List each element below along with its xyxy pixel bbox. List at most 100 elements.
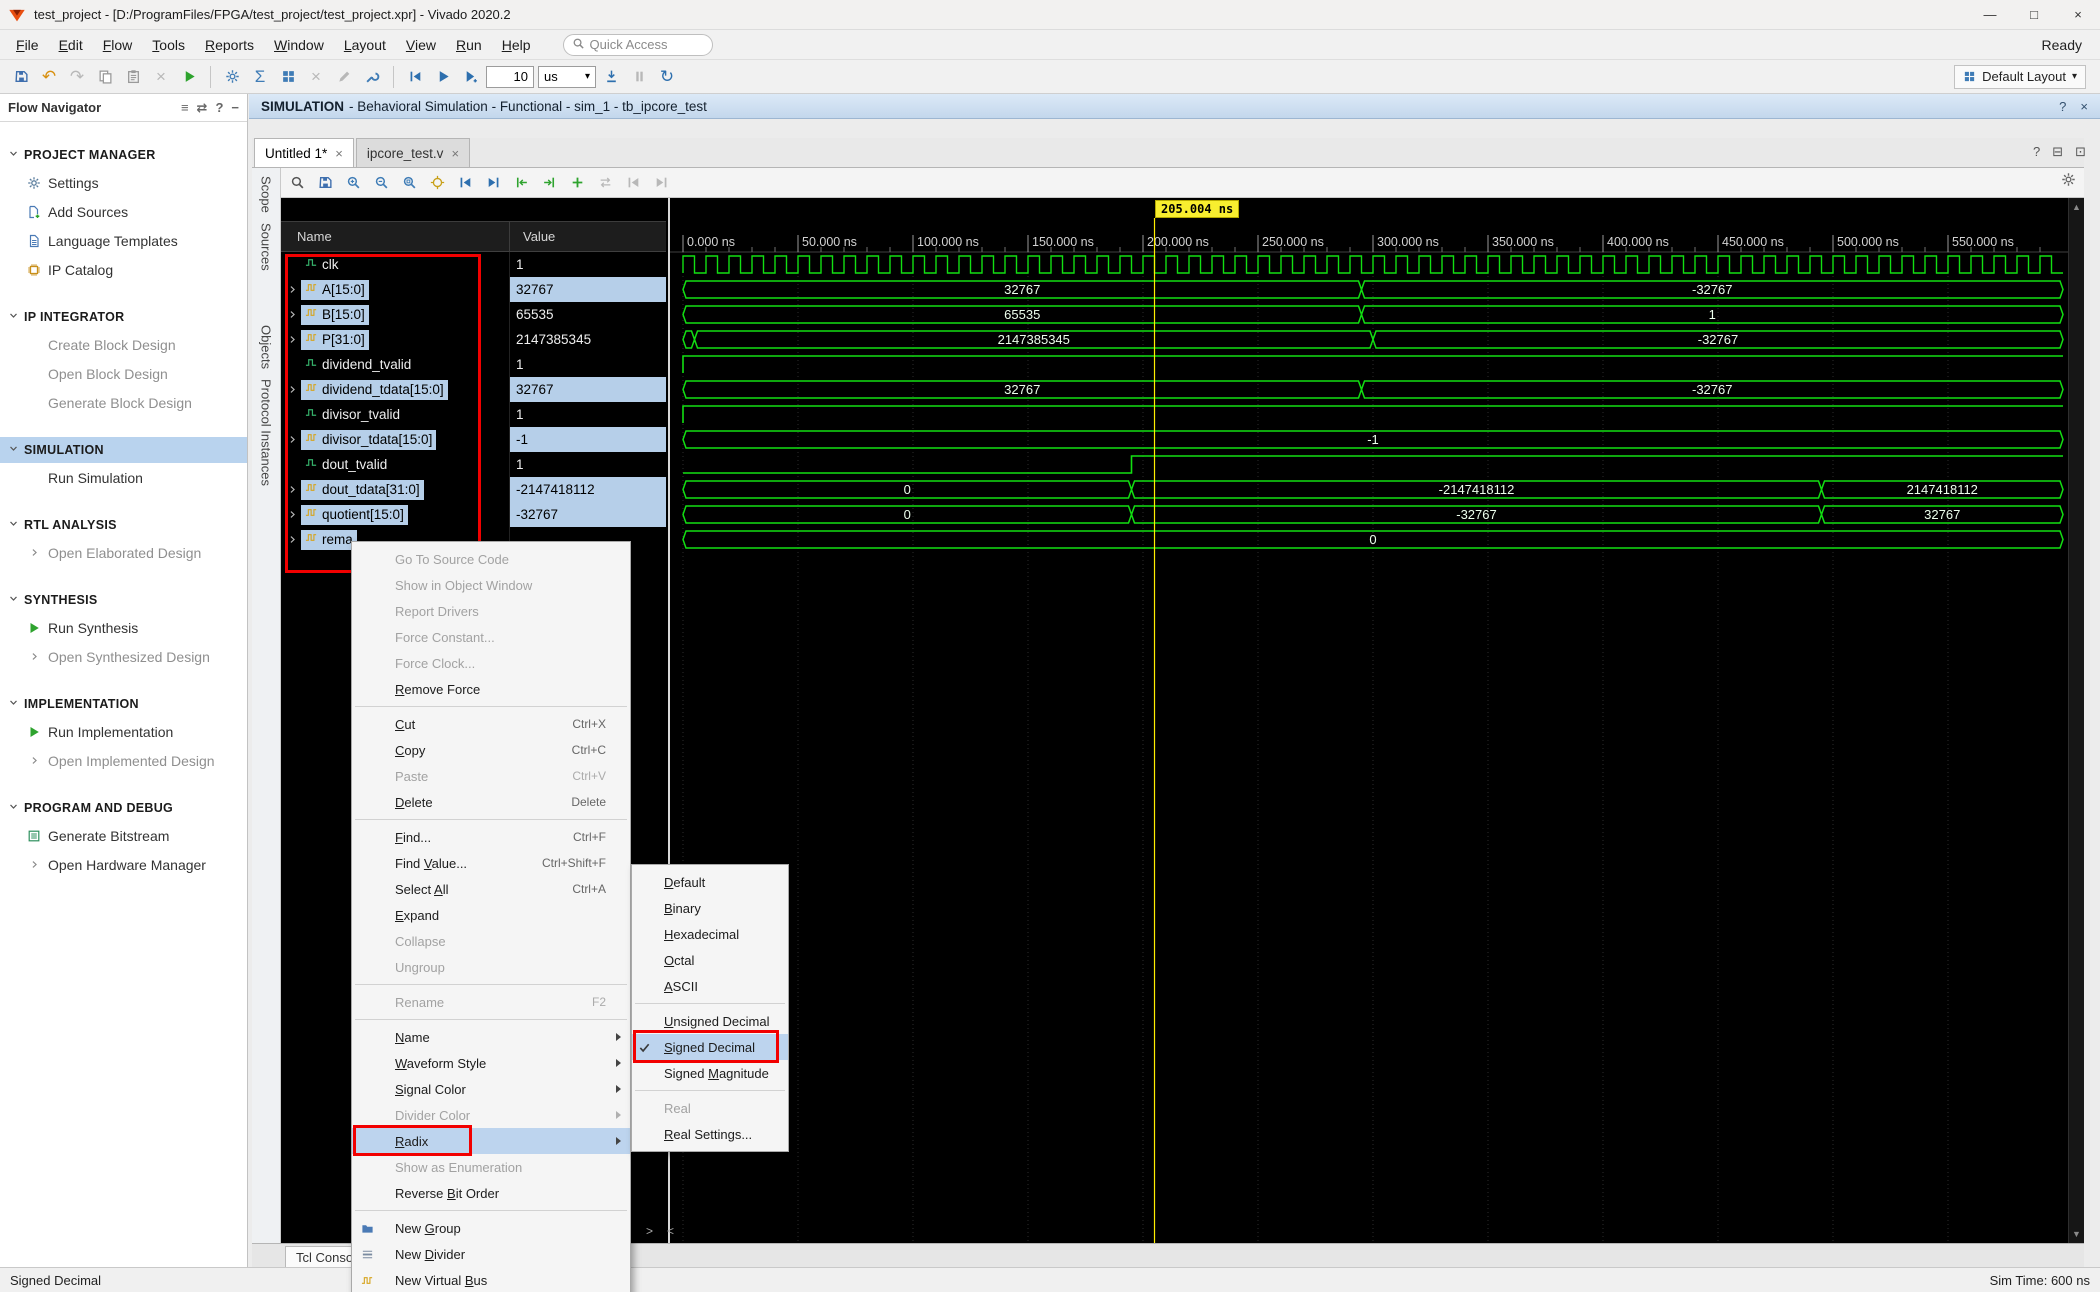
side-tab-objects[interactable]: Objects [259, 325, 274, 369]
tab-close-icon[interactable]: × [451, 146, 459, 161]
flow-nav-help-icon[interactable]: ? [215, 100, 223, 116]
copy-icon[interactable] [92, 64, 118, 90]
flow-section-header-synthesis[interactable]: SYNTHESIS [0, 587, 247, 613]
menu-item-radix[interactable]: Radix [352, 1128, 630, 1154]
menu-window[interactable]: Window [264, 33, 334, 57]
signal-row-dout-tvalid[interactable]: dout_tvalid1 [281, 452, 666, 477]
flow-item-open-synthesized-design[interactable]: Open Synthesized Design [0, 642, 247, 671]
scroll-up-icon[interactable]: ▲ [2072, 202, 2081, 212]
swap-cursors-icon[interactable] [593, 171, 618, 195]
save-waveform-icon[interactable] [313, 171, 338, 195]
menu-item-signed-magnitude[interactable]: Signed Magnitude [632, 1060, 788, 1086]
last-marker-icon[interactable] [649, 171, 674, 195]
menu-reports[interactable]: Reports [195, 33, 264, 57]
menu-item-real-settings[interactable]: Real Settings... [632, 1121, 788, 1147]
menu-flow[interactable]: Flow [93, 33, 143, 57]
pause-icon[interactable] [626, 64, 652, 90]
signal-row-divisor-tdata-15-0[interactable]: divisor_tdata[15:0]-1 [281, 427, 666, 452]
run-for-time-icon[interactable] [458, 64, 484, 90]
flow-item-create-block-design[interactable]: Create Block Design [0, 330, 247, 359]
paste-icon[interactable] [120, 64, 146, 90]
next-transition-icon[interactable] [537, 171, 562, 195]
scroll-down-icon[interactable]: ▼ [2072, 1229, 2081, 1239]
zoom-out-icon[interactable] [369, 171, 394, 195]
minimize-button[interactable]: — [1968, 0, 2012, 30]
signal-row-dividend-tdata-15-0[interactable]: dividend_tdata[15:0]32767 [281, 377, 666, 402]
maximize-panel-icon[interactable]: ⊡ [2075, 144, 2086, 160]
sim-unit-select[interactable]: us▾ [538, 66, 596, 88]
flow-section-header-implementation[interactable]: IMPLEMENTATION [0, 691, 247, 717]
zoom-fit-icon[interactable] [397, 171, 422, 195]
flow-item-open-hardware-manager[interactable]: Open Hardware Manager [0, 850, 247, 879]
value-column-header[interactable]: Value [509, 221, 666, 252]
menu-item-signed-decimal[interactable]: Signed Decimal [632, 1034, 788, 1060]
menu-edit[interactable]: Edit [49, 33, 93, 57]
go-to-end-icon[interactable] [481, 171, 506, 195]
menu-item-find-value[interactable]: Find Value...Ctrl+Shift+F [352, 850, 630, 876]
flow-item-run-synthesis[interactable]: Run Synthesis [0, 613, 247, 642]
tab-help-icon[interactable]: ? [2033, 144, 2040, 160]
quick-access-search[interactable]: Quick Access [563, 34, 713, 56]
menu-item-remove-force[interactable]: Remove Force [352, 676, 630, 702]
menu-item-signal-color[interactable]: Signal Color [352, 1076, 630, 1102]
side-tab-scope[interactable]: Scope [259, 176, 274, 213]
zoom-in-icon[interactable] [341, 171, 366, 195]
menu-item-new-divider[interactable]: New Divider [352, 1241, 630, 1267]
flow-item-settings[interactable]: Settings [0, 168, 247, 197]
maximize-button[interactable]: □ [2012, 0, 2056, 30]
layout-selector[interactable]: Default Layout▾ [1954, 65, 2086, 89]
sim-time-input[interactable] [486, 66, 534, 88]
edit-icon[interactable] [331, 64, 357, 90]
menu-layout[interactable]: Layout [334, 33, 396, 57]
signal-row-b-15-0[interactable]: B[15:0]65535 [281, 302, 666, 327]
signal-row-divisor-tvalid[interactable]: divisor_tvalid1 [281, 402, 666, 427]
expand-chevron-icon[interactable] [287, 534, 301, 545]
collapse-right-icon[interactable]: < [667, 1224, 674, 1240]
flow-item-run-simulation[interactable]: Run Simulation [0, 463, 247, 492]
signal-row-dout-tdata-31-0[interactable]: dout_tdata[31:0]-2147418112 [281, 477, 666, 502]
signal-row-quotient-15-0[interactable]: quotient[15:0]-32767 [281, 502, 666, 527]
menu-help[interactable]: Help [492, 33, 541, 57]
waveform-area[interactable]: 205.004 ns 0.000 ns50.000 ns100.000 ns15… [670, 198, 2068, 1243]
help-icon[interactable]: ? [2059, 99, 2066, 114]
flow-item-open-block-design[interactable]: Open Block Design [0, 359, 247, 388]
save-icon[interactable] [8, 64, 34, 90]
menu-item-expand[interactable]: Expand [352, 902, 630, 928]
flow-item-ip-catalog[interactable]: IP Catalog [0, 255, 247, 284]
vertical-scrollbar[interactable]: ▲ ▼ [2068, 198, 2084, 1243]
redo-icon[interactable]: ↷ [64, 64, 90, 90]
expand-chevron-icon[interactable] [287, 484, 301, 495]
expand-chevron-icon[interactable] [287, 284, 301, 295]
expand-chevron-icon[interactable] [287, 384, 301, 395]
expand-chevron-icon[interactable] [287, 334, 301, 345]
menu-file[interactable]: File [6, 33, 49, 57]
menu-tools[interactable]: Tools [142, 33, 195, 57]
dashboard-icon[interactable] [275, 64, 301, 90]
menu-item-new-group[interactable]: New Group [352, 1215, 630, 1241]
find-icon[interactable] [285, 171, 310, 195]
expand-chevron-icon[interactable] [287, 309, 301, 320]
signal-row-a-15-0[interactable]: A[15:0]32767 [281, 277, 666, 302]
signal-row-clk[interactable]: clk1 [281, 252, 666, 277]
cursor-time-flag[interactable]: 205.004 ns [1155, 200, 1239, 218]
delete-icon[interactable]: × [148, 64, 174, 90]
menu-item-waveform-style[interactable]: Waveform Style [352, 1050, 630, 1076]
menu-item-default[interactable]: Default [632, 869, 788, 895]
zoom-to-cursor-icon[interactable] [425, 171, 450, 195]
menu-run[interactable]: Run [446, 33, 492, 57]
settings-gear-icon[interactable] [219, 64, 245, 90]
flow-nav-menu-icon[interactable]: ≡ [181, 100, 189, 116]
menu-item-binary[interactable]: Binary [632, 895, 788, 921]
go-to-start-icon[interactable] [453, 171, 478, 195]
menu-item-ascii[interactable]: ASCII [632, 973, 788, 999]
menu-item-hexadecimal[interactable]: Hexadecimal [632, 921, 788, 947]
side-tab-sources[interactable]: Sources [259, 223, 274, 271]
float-window-icon[interactable]: ⊟ [2052, 144, 2063, 160]
tab-ipcore-test-v[interactable]: ipcore_test.v× [356, 138, 470, 167]
flow-item-generate-block-design[interactable]: Generate Block Design [0, 388, 247, 417]
menu-item-find[interactable]: Find...Ctrl+F [352, 824, 630, 850]
run-icon[interactable] [176, 64, 202, 90]
flow-item-open-elaborated-design[interactable]: Open Elaborated Design [0, 538, 247, 567]
menu-item-new-virtual-bus[interactable]: New Virtual Bus [352, 1267, 630, 1292]
report-summary-icon[interactable]: Σ [247, 64, 273, 90]
